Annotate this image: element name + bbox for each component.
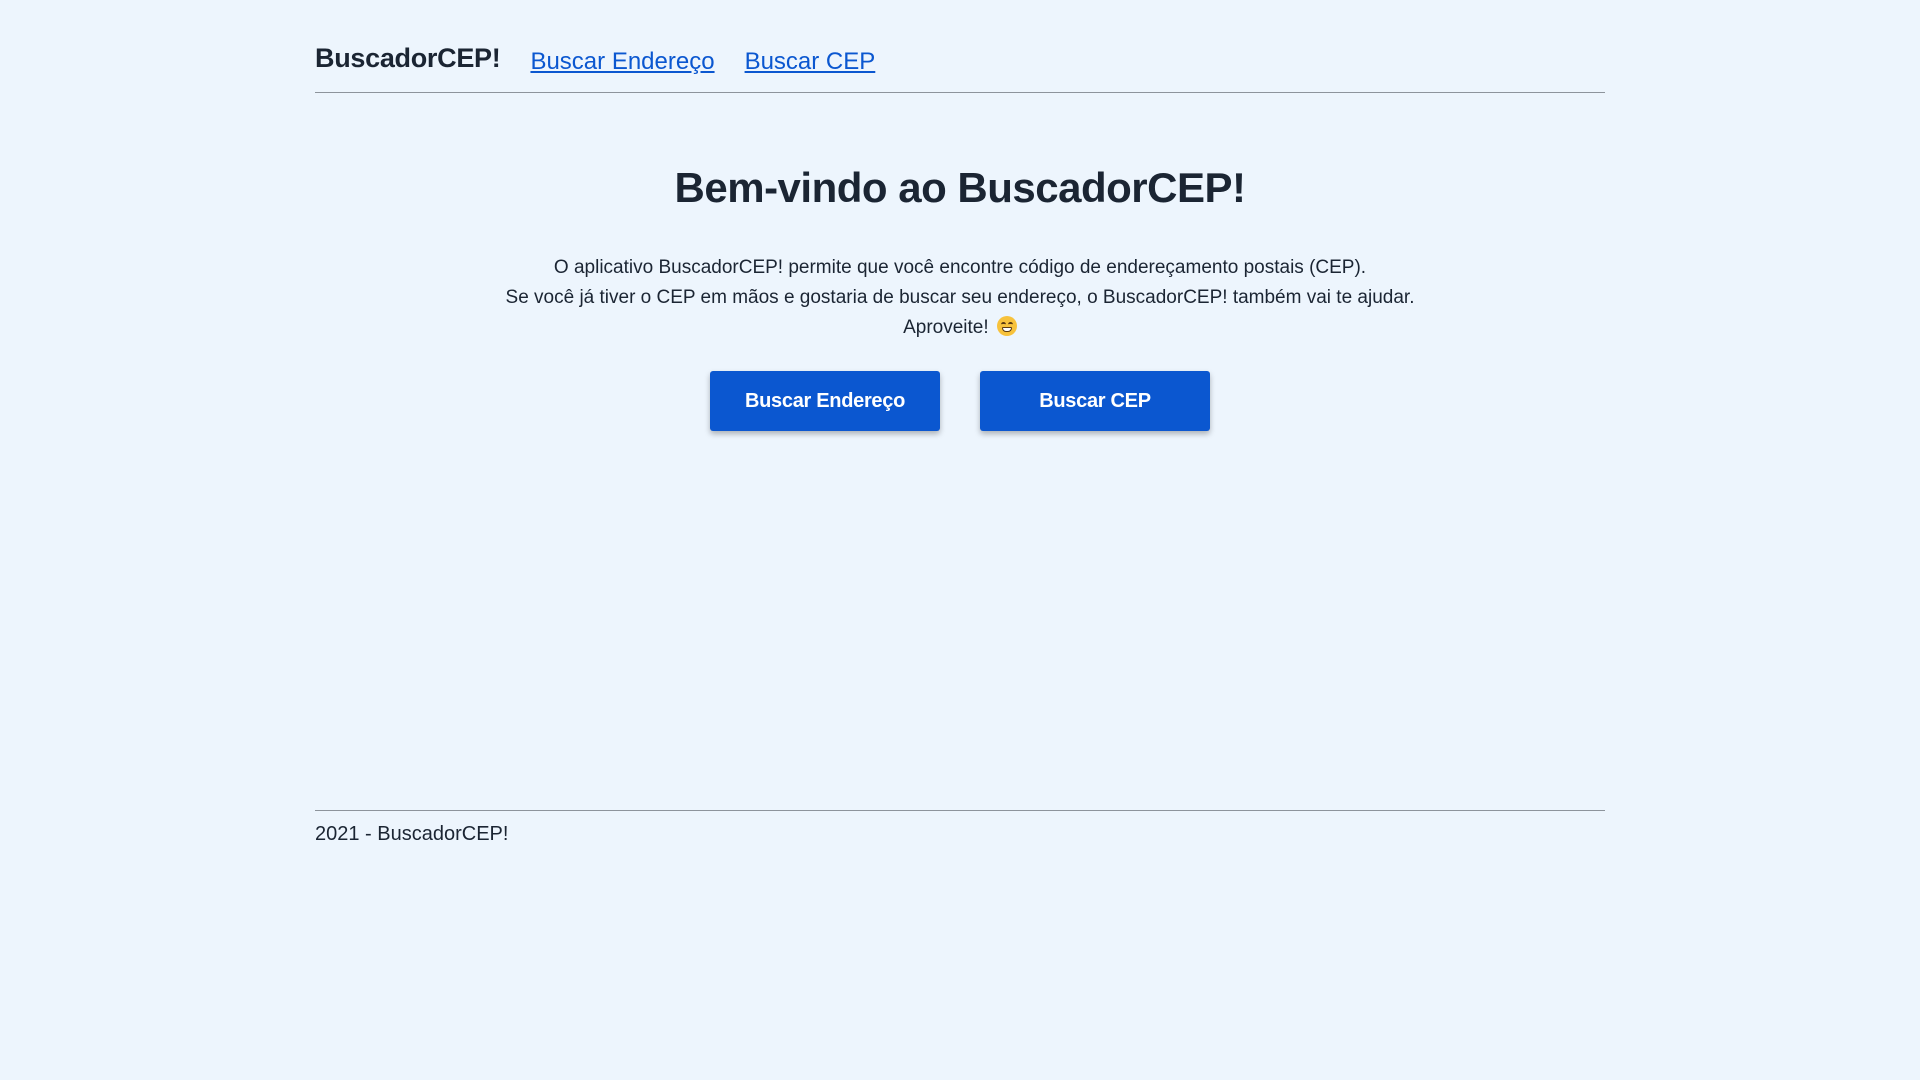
- description-line-1: O aplicativo BuscadorCEP! permite que vo…: [553, 257, 1367, 278]
- page-title: Bem-vindo ao BuscadorCEP!: [674, 164, 1246, 211]
- action-buttons: Buscar Endereço Buscar CEP: [315, 371, 1605, 431]
- footer-text: 2021 - BuscadorCEP!: [315, 823, 509, 845]
- nav-link-buscar-endereco[interactable]: Buscar Endereço: [530, 48, 714, 76]
- page: BuscadorCEP! Buscar Endereço Buscar CEP …: [0, 0, 1920, 1080]
- buscar-endereco-button[interactable]: Buscar Endereço: [710, 371, 940, 431]
- description-line-3-text: Aproveite!: [903, 317, 989, 338]
- main-content: Bem-vindo ao BuscadorCEP! O aplicativo B…: [315, 93, 1605, 431]
- buscar-cep-button[interactable]: Buscar CEP: [980, 371, 1210, 431]
- brand-logo-text[interactable]: BuscadorCEP!: [315, 43, 501, 74]
- description-line-2: Se você já tiver o CEP em mãos e gostari…: [505, 287, 1415, 308]
- site-header: BuscadorCEP! Buscar Endereço Buscar CEP: [315, 0, 1605, 93]
- description: O aplicativo BuscadorCEP! permite que vo…: [315, 253, 1605, 343]
- nav-link-buscar-cep[interactable]: Buscar CEP: [745, 48, 876, 76]
- site-footer: 2021 - BuscadorCEP!: [315, 810, 1605, 846]
- description-line-3: Aproveite!: [315, 313, 1605, 343]
- grimacing-face-icon: [996, 316, 1017, 336]
